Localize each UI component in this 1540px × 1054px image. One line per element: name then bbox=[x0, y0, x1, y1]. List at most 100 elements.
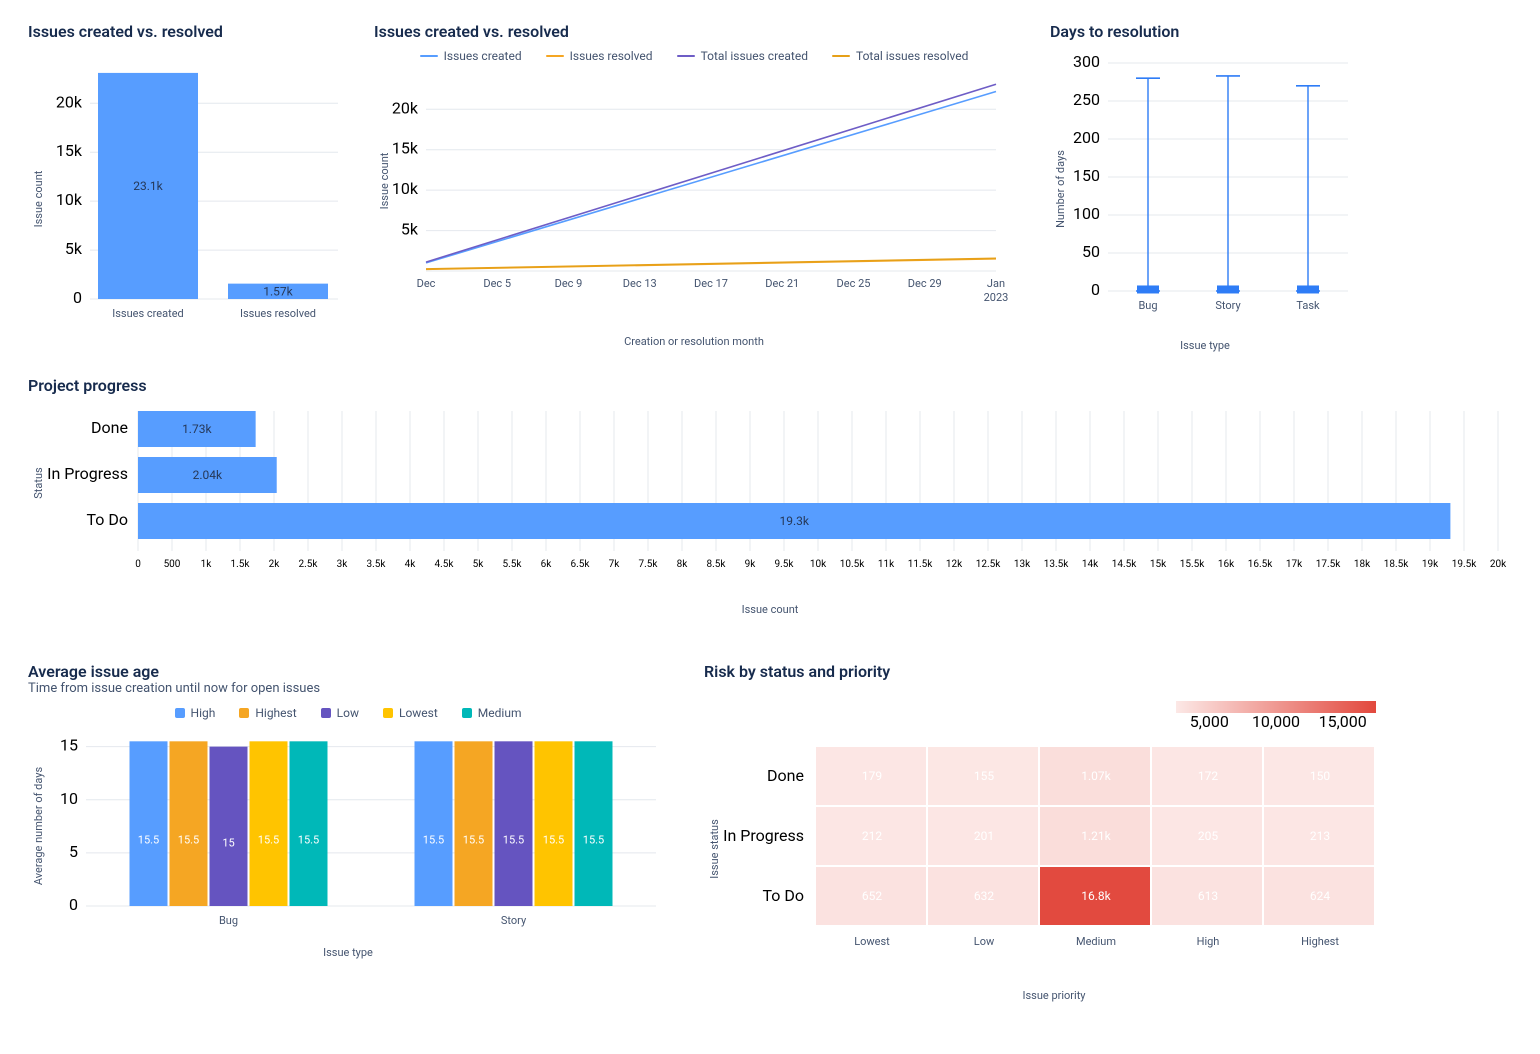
svg-text:201: 201 bbox=[974, 829, 994, 843]
svg-text:To Do: To Do bbox=[763, 886, 805, 905]
svg-text:10.5k: 10.5k bbox=[840, 559, 865, 570]
svg-text:To Do: To Do bbox=[87, 510, 129, 529]
x-axis-label: Issue priority bbox=[704, 989, 1404, 1002]
svg-text:Dec 17: Dec 17 bbox=[694, 277, 728, 290]
chart-title: Project progress bbox=[28, 376, 1512, 395]
series-line bbox=[426, 92, 996, 263]
bar bbox=[535, 741, 573, 906]
svg-text:Bug: Bug bbox=[219, 914, 238, 927]
svg-text:In Progress: In Progress bbox=[47, 464, 128, 483]
chart-days-resolution: 050100150200250300BugStoryTask Number of… bbox=[1050, 49, 1360, 339]
svg-text:0: 0 bbox=[1091, 280, 1100, 299]
svg-text:12.5k: 12.5k bbox=[976, 559, 1001, 570]
svg-text:2.5k: 2.5k bbox=[299, 559, 319, 570]
svg-text:Jan: Jan bbox=[987, 277, 1005, 290]
svg-text:205: 205 bbox=[1198, 829, 1218, 843]
svg-text:17k: 17k bbox=[1286, 559, 1303, 570]
bar bbox=[130, 741, 168, 906]
svg-text:1k: 1k bbox=[201, 559, 213, 570]
svg-text:10: 10 bbox=[60, 789, 78, 808]
svg-text:3.5k: 3.5k bbox=[367, 559, 387, 570]
svg-text:2k: 2k bbox=[269, 559, 281, 570]
svg-text:20k: 20k bbox=[392, 98, 419, 117]
svg-text:5.5k: 5.5k bbox=[503, 559, 523, 570]
bar bbox=[290, 741, 328, 906]
x-axis-label: Issue type bbox=[28, 946, 668, 959]
svg-text:613: 613 bbox=[1198, 889, 1218, 903]
svg-text:13k: 13k bbox=[1014, 559, 1031, 570]
svg-text:High: High bbox=[1197, 935, 1220, 948]
chart-project-progress: 05001k1.5k2k2.5k3k3.5k4k4.5k5k5.5k6k6.5k… bbox=[28, 403, 1512, 603]
legend-item[interactable]: Issues created bbox=[420, 49, 522, 63]
svg-text:16.8k: 16.8k bbox=[1081, 889, 1111, 903]
chart-title: Issues created vs. resolved bbox=[28, 22, 338, 41]
svg-text:1.07k: 1.07k bbox=[1081, 769, 1111, 783]
svg-text:4.5k: 4.5k bbox=[435, 559, 455, 570]
panel-project-progress: Project progress 05001k1.5k2k2.5k3k3.5k4… bbox=[28, 376, 1512, 616]
svg-text:15.5: 15.5 bbox=[138, 834, 159, 847]
svg-text:16.5k: 16.5k bbox=[1248, 559, 1273, 570]
chart-legend: High Highest Low Lowest Medium bbox=[28, 706, 668, 720]
svg-text:Story: Story bbox=[1215, 299, 1241, 312]
svg-text:1.73k: 1.73k bbox=[182, 422, 212, 436]
svg-text:624: 624 bbox=[1310, 889, 1330, 903]
chart-issues-lines: 5k10k15k20kDecDec 5Dec 9Dec 13Dec 17Dec … bbox=[374, 71, 1014, 331]
svg-text:5k: 5k bbox=[401, 220, 419, 239]
svg-text:7k: 7k bbox=[609, 559, 621, 570]
svg-text:11.5k: 11.5k bbox=[908, 559, 933, 570]
legend-item[interactable]: Total issues resolved bbox=[832, 49, 968, 63]
svg-text:Task: Task bbox=[1296, 299, 1320, 312]
legend-item[interactable]: Medium bbox=[462, 706, 522, 720]
svg-text:Dec 25: Dec 25 bbox=[837, 277, 871, 290]
svg-text:11k: 11k bbox=[878, 559, 895, 570]
y-axis-label: Average number of days bbox=[32, 767, 45, 886]
svg-text:2.04k: 2.04k bbox=[193, 468, 223, 482]
bar bbox=[495, 741, 533, 906]
svg-text:14.5k: 14.5k bbox=[1112, 559, 1137, 570]
svg-text:5k: 5k bbox=[473, 559, 485, 570]
chart-title: Risk by status and priority bbox=[704, 662, 1404, 681]
chart-legend: Issues created Issues resolved Total issue… bbox=[374, 49, 1014, 63]
chart-risk-heatmap: 5,00010,00015,0001791551.07k172150Done21… bbox=[704, 689, 1404, 989]
svg-text:8.5k: 8.5k bbox=[707, 559, 727, 570]
legend-item[interactable]: Low bbox=[321, 706, 359, 720]
legend-item[interactable]: Lowest bbox=[383, 706, 438, 720]
svg-text:Dec 13: Dec 13 bbox=[623, 277, 657, 290]
svg-text:15k: 15k bbox=[1150, 559, 1167, 570]
svg-text:Dec 29: Dec 29 bbox=[908, 277, 942, 290]
chart-title: Issues created vs. resolved bbox=[374, 22, 1014, 41]
svg-text:632: 632 bbox=[974, 889, 994, 903]
chart-title: Days to resolution bbox=[1050, 22, 1360, 41]
legend-item[interactable]: High bbox=[175, 706, 216, 720]
svg-text:Dec 9: Dec 9 bbox=[555, 277, 583, 290]
svg-text:10k: 10k bbox=[392, 179, 419, 198]
svg-text:Done: Done bbox=[91, 418, 128, 437]
bar bbox=[170, 741, 208, 906]
legend-item[interactable]: Total issues created bbox=[677, 49, 808, 63]
svg-text:100: 100 bbox=[1073, 204, 1100, 223]
y-axis-label: Issue status bbox=[708, 819, 721, 879]
svg-text:0: 0 bbox=[69, 895, 78, 914]
chart-subtitle: Time from issue creation until now for o… bbox=[28, 681, 668, 696]
svg-text:13.5k: 13.5k bbox=[1044, 559, 1069, 570]
svg-text:19.5k: 19.5k bbox=[1452, 559, 1477, 570]
legend-item[interactable]: Highest bbox=[239, 706, 296, 720]
svg-text:15.5k: 15.5k bbox=[1180, 559, 1205, 570]
svg-text:Low: Low bbox=[974, 935, 995, 948]
bar bbox=[575, 741, 613, 906]
legend-item[interactable]: Issues resolved bbox=[546, 49, 653, 63]
bar bbox=[210, 747, 248, 906]
panel-risk-heatmap: Risk by status and priority 5,00010,0001… bbox=[704, 652, 1404, 1002]
svg-text:19.3k: 19.3k bbox=[779, 514, 809, 528]
svg-text:5: 5 bbox=[69, 842, 78, 861]
svg-text:15.5: 15.5 bbox=[463, 834, 484, 847]
svg-text:23.1k: 23.1k bbox=[133, 179, 163, 193]
svg-text:150: 150 bbox=[1073, 166, 1100, 185]
chart-issues-bar: 05k10k15k20k23.1kIssues created1.57kIssu… bbox=[28, 49, 338, 339]
y-axis-label: Number of days bbox=[1054, 150, 1067, 228]
y-axis-label: Status bbox=[32, 467, 45, 499]
svg-text:Lowest: Lowest bbox=[854, 935, 890, 948]
svg-text:Story: Story bbox=[501, 914, 527, 927]
series-line bbox=[426, 258, 996, 269]
svg-text:15k: 15k bbox=[392, 139, 419, 158]
